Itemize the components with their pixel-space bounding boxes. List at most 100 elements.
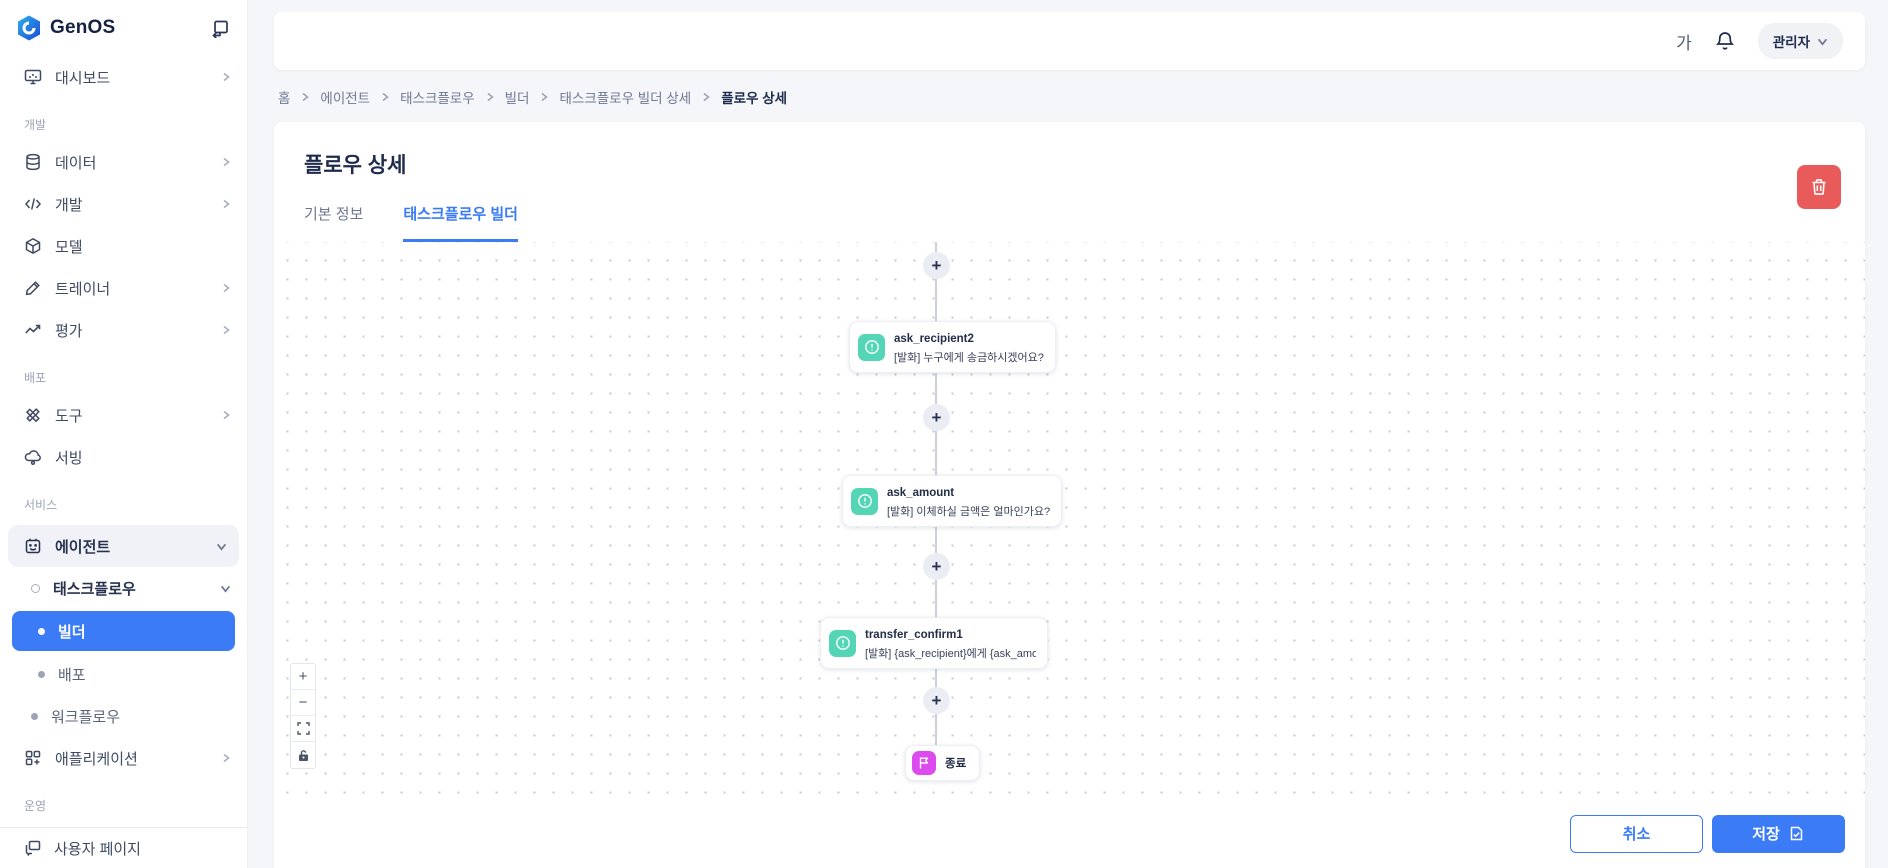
- chevron-right-icon: [223, 753, 230, 763]
- cancel-button[interactable]: 취소: [1570, 814, 1703, 853]
- dot-bullet-icon: [38, 627, 45, 635]
- trash-icon: [1812, 179, 1826, 195]
- save-label: 저장: [1752, 826, 1780, 843]
- sidebar-item-label: 모델: [55, 238, 83, 256]
- breadcrumb-item[interactable]: 빌더: [505, 87, 530, 107]
- chevron-right-icon: [542, 92, 549, 102]
- add-node-button[interactable]: +: [923, 687, 950, 714]
- node-description: [발화] 이체하실 금액은 얼마인가요?: [887, 506, 1051, 518]
- sidebar-item-develop[interactable]: 개발: [0, 183, 247, 225]
- sidebar-item-label: 워크플로우: [51, 708, 121, 726]
- sidebar-item-serving[interactable]: 서빙: [0, 436, 247, 478]
- sidebar-item-taskflow[interactable]: 태스크플로우: [0, 567, 247, 609]
- sidebar-item-label: 평가: [55, 322, 83, 340]
- application-grid-icon: [25, 750, 41, 766]
- sidebar-item-workflow[interactable]: 워크플로우: [0, 695, 247, 737]
- sidebar-item-application[interactable]: 애플리케이션: [0, 737, 247, 779]
- breadcrumb-item[interactable]: 홈: [278, 87, 290, 107]
- sidebar-item-evaluation[interactable]: 평가: [0, 309, 247, 351]
- flow-node-transfer-confirm1[interactable]: transfer_confirm1 [발화] {ask_recipient}에게…: [820, 617, 1048, 669]
- profile-menu-button[interactable]: 관리자: [1757, 23, 1843, 59]
- chevron-right-icon: [223, 72, 230, 82]
- flow-node-ask-recipient2[interactable]: ask_recipient2 [발화] 누구에게 송금하시겠어요?: [849, 321, 1056, 373]
- sidebar-item-data[interactable]: 데이터: [0, 141, 247, 183]
- sidebar-section-dev: 개발: [24, 118, 47, 132]
- flow-node-ask-amount[interactable]: ask_amount [발화] 이체하실 금액은 얼마인가요?: [842, 475, 1063, 527]
- tab-taskflow-builder[interactable]: 태스크플로우 빌더: [403, 203, 518, 242]
- chevron-right-icon: [223, 157, 230, 167]
- brand-name: GenOS: [50, 17, 116, 38]
- add-node-button[interactable]: +: [923, 404, 950, 431]
- sidebar-item-label: 대시보드: [55, 69, 111, 87]
- breadcrumb-current: 플로우 상세: [721, 91, 788, 106]
- breadcrumb: 홈 에이전트 태스크플로우 빌더 태스크플로우 빌더 상세 플로우 상세: [274, 70, 1865, 107]
- chevron-down-icon: [220, 585, 231, 593]
- add-node-button[interactable]: +: [923, 553, 950, 580]
- chevron-right-icon: [382, 92, 389, 102]
- sidebar-item-label: 사용자 페이지: [54, 840, 141, 858]
- logo-row: GenOS: [0, 0, 247, 56]
- lock-button[interactable]: [291, 742, 315, 768]
- sidebar-item-label: 배포: [58, 666, 86, 684]
- node-description: [발화] {ask_recipient}에게 {ask_amount}를: [865, 648, 1036, 660]
- utterance-node-icon: [851, 487, 878, 515]
- sidebar-item-label: 데이터: [55, 154, 97, 172]
- sidebar-item-builder[interactable]: 빌더: [12, 611, 235, 651]
- delete-flow-button[interactable]: [1797, 165, 1841, 209]
- code-icon: [25, 198, 41, 210]
- fit-view-button[interactable]: [291, 716, 315, 742]
- add-node-button[interactable]: +: [923, 252, 950, 279]
- breadcrumb-item[interactable]: 태스크플로우: [400, 87, 475, 107]
- user-page-icon: [25, 840, 41, 856]
- sidebar-item-trainer[interactable]: 트레이너: [0, 267, 247, 309]
- utterance-node-icon: [829, 629, 856, 657]
- dashboard-icon: [24, 69, 42, 85]
- sidebar-item-model[interactable]: 모델: [0, 225, 247, 267]
- sidebar-section-deploy: 배포: [24, 371, 47, 385]
- breadcrumb-item[interactable]: 태스크플로우 빌더 상세: [559, 87, 691, 107]
- database-icon: [26, 153, 40, 171]
- save-document-check-icon: [1790, 826, 1803, 841]
- sidebar-item-label: 트레이너: [55, 280, 111, 298]
- zoom-in-button[interactable]: +: [291, 664, 315, 690]
- sidebar-item-tools[interactable]: 도구: [0, 394, 247, 436]
- tab-basic-info[interactable]: 기본 정보: [304, 203, 363, 242]
- flow-detail-card: 플로우 상세 기본 정보 태스크플로우 빌더 + ask_recipient2: [274, 122, 1865, 868]
- sidebar-item-label: 서빙: [55, 449, 83, 467]
- end-flag-icon: [912, 751, 936, 775]
- font-size-button[interactable]: 가: [1676, 29, 1692, 54]
- flow-node-end[interactable]: 종료: [905, 745, 981, 781]
- zoom-out-button[interactable]: −: [291, 690, 315, 716]
- sidebar-item-user-page[interactable]: 사용자 페이지: [0, 827, 247, 868]
- node-name: transfer_confirm1: [865, 629, 963, 641]
- save-button[interactable]: 저장: [1712, 814, 1845, 853]
- agent-icon: [25, 538, 41, 554]
- chevron-right-icon: [223, 283, 230, 293]
- top-bar: 가 관리자: [274, 12, 1865, 70]
- trend-chart-icon: [25, 324, 41, 334]
- pencil-icon: [25, 281, 40, 296]
- node-name: ask_amount: [887, 487, 955, 499]
- utterance-node-icon: [858, 333, 885, 361]
- node-name: 종료: [945, 758, 967, 770]
- sidebar-item-agent[interactable]: 에이전트: [8, 525, 239, 567]
- profile-name: 관리자: [1772, 35, 1810, 50]
- tabs-row: 기본 정보 태스크플로우 빌더: [274, 165, 1865, 242]
- flow-canvas[interactable]: + ask_recipient2 [발화] 누구에게 송금하시겠어요? + as…: [274, 242, 1865, 799]
- app-root: GenOS 대시보드 개발 데이터 개발 모델 트레이너 평가 배포 도구 서빙…: [0, 0, 1888, 868]
- sidebar-item-label: 개발: [55, 196, 83, 214]
- tools-icon: [25, 408, 40, 423]
- chevron-right-icon: [302, 92, 310, 102]
- chevron-down-icon: [216, 543, 227, 551]
- chevron-right-icon: [223, 410, 230, 420]
- sidebar-section-service: 서비스: [24, 498, 58, 512]
- sidebar-item-dashboard[interactable]: 대시보드: [0, 56, 247, 98]
- notification-bell-icon[interactable]: [1714, 30, 1736, 52]
- breadcrumb-item[interactable]: 에이전트: [320, 87, 370, 107]
- sidebar-collapse-icon[interactable]: [211, 18, 231, 38]
- sidebar-item-deploy-sub[interactable]: 배포: [0, 653, 247, 695]
- fit-view-icon: [296, 722, 310, 735]
- node-name: ask_recipient2: [894, 333, 974, 345]
- sidebar-item-label: 에이전트: [55, 538, 111, 556]
- footer-actions: 취소 저장: [274, 799, 1865, 868]
